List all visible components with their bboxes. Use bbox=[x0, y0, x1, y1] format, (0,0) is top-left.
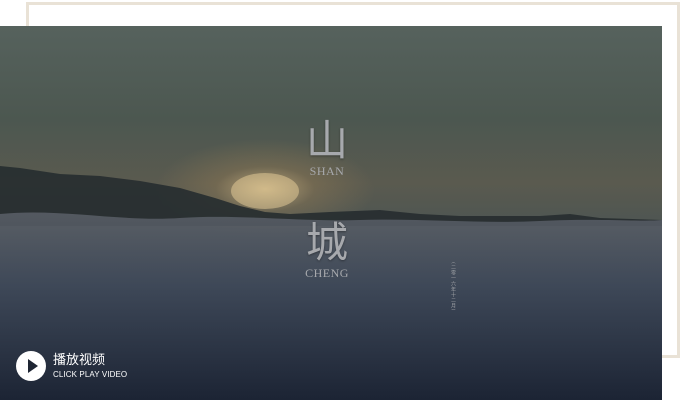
play-label-cn[interactable]: 播放视频 bbox=[53, 353, 127, 369]
title-block: 山 SHAN 城 CHENG bbox=[290, 116, 364, 281]
vertical-date-note: (二零一六年十二月) bbox=[450, 262, 456, 311]
title-latin-shan: SHAN bbox=[309, 164, 345, 178]
title-char-shan: 山 bbox=[305, 116, 348, 165]
title-latin-cheng: CHENG bbox=[305, 266, 349, 280]
title-char-cheng: 城 bbox=[305, 218, 348, 267]
page: 山 SHAN 城 CHENG (二零一六年十二月) 播放视频 CLICK PLA… bbox=[0, 0, 686, 400]
play-text[interactable]: 播放视频 CLICK PLAY VIDEO bbox=[53, 353, 127, 380]
play-label-en[interactable]: CLICK PLAY VIDEO bbox=[53, 369, 127, 380]
sun-glow bbox=[231, 173, 299, 209]
video-card[interactable]: 山 SHAN 城 CHENG (二零一六年十二月) 播放视频 CLICK PLA… bbox=[0, 26, 662, 400]
play-icon[interactable] bbox=[16, 351, 46, 381]
play-video-button[interactable]: 播放视频 CLICK PLAY VIDEO bbox=[16, 350, 127, 382]
